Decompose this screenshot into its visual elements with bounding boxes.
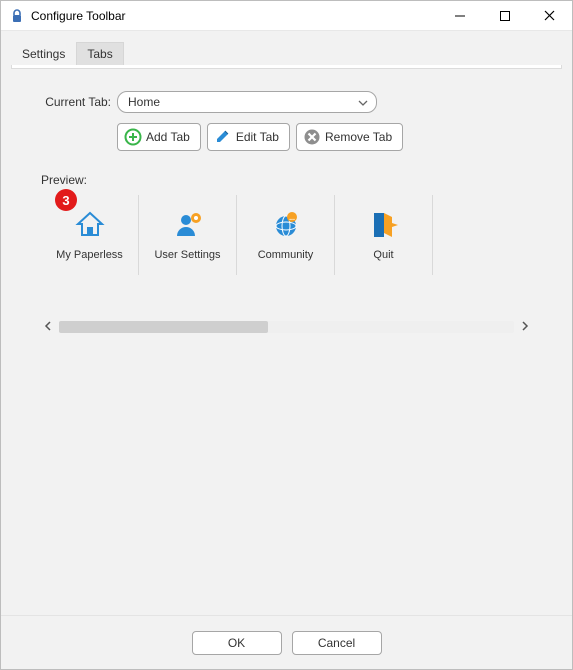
- tab-divider: [11, 65, 562, 69]
- preview-item-label: User Settings: [154, 249, 220, 261]
- remove-tab-label: Remove Tab: [325, 130, 392, 144]
- tab-settings[interactable]: Settings: [11, 42, 76, 65]
- minimize-button[interactable]: [437, 1, 482, 30]
- maximize-button[interactable]: [482, 1, 527, 30]
- preview-item-label: My Paperless: [56, 249, 123, 261]
- current-tab-value: Home: [128, 95, 160, 109]
- dialog-footer: OK Cancel: [1, 615, 572, 669]
- edit-tab-button[interactable]: Edit Tab: [207, 123, 290, 151]
- chevron-down-icon: [358, 95, 368, 109]
- scrollbar-track[interactable]: [59, 321, 514, 333]
- preview-area: 3 My Paperless User Settings ... Communi…: [41, 195, 562, 275]
- titlebar: Configure Toolbar: [1, 1, 572, 31]
- preview-item-community[interactable]: ... Community: [237, 195, 335, 275]
- plus-circle-icon: [124, 128, 142, 146]
- x-circle-icon: [303, 128, 321, 146]
- dialog-body: Settings Tabs Current Tab: Home Add Tab …: [1, 31, 572, 615]
- close-button[interactable]: [527, 1, 572, 30]
- current-tab-label: Current Tab:: [41, 95, 111, 109]
- preview-item-user-settings[interactable]: User Settings: [139, 195, 237, 275]
- tab-strip: Settings Tabs: [11, 41, 562, 65]
- edit-tab-label: Edit Tab: [236, 130, 279, 144]
- notification-badge: 3: [55, 189, 77, 211]
- exit-icon: [368, 209, 400, 241]
- preview-item-quit[interactable]: Quit: [335, 195, 433, 275]
- preview-label: Preview:: [41, 173, 562, 187]
- tab-tabs[interactable]: Tabs: [76, 42, 123, 65]
- scrollbar-thumb[interactable]: [59, 321, 268, 333]
- add-tab-label: Add Tab: [146, 130, 190, 144]
- home-icon: [74, 209, 106, 241]
- preview-item-label: Quit: [373, 249, 393, 261]
- current-tab-select[interactable]: Home: [117, 91, 377, 113]
- add-tab-button[interactable]: Add Tab: [117, 123, 201, 151]
- remove-tab-button[interactable]: Remove Tab: [296, 123, 403, 151]
- window-title: Configure Toolbar: [31, 9, 126, 23]
- cancel-button[interactable]: Cancel: [292, 631, 382, 655]
- scroll-right-icon[interactable]: [518, 321, 532, 334]
- scroll-left-icon[interactable]: [41, 321, 55, 334]
- ok-button[interactable]: OK: [192, 631, 282, 655]
- preview-empty-slot: [433, 195, 531, 275]
- lock-icon: [9, 8, 25, 24]
- user-gear-icon: [172, 209, 204, 241]
- globe-icon: ...: [270, 209, 302, 241]
- preview-item-my-paperless[interactable]: 3 My Paperless: [41, 195, 139, 275]
- horizontal-scrollbar[interactable]: [41, 319, 532, 335]
- pencil-icon: [214, 128, 232, 146]
- svg-text:...: ...: [289, 215, 295, 222]
- preview-item-label: Community: [258, 249, 314, 261]
